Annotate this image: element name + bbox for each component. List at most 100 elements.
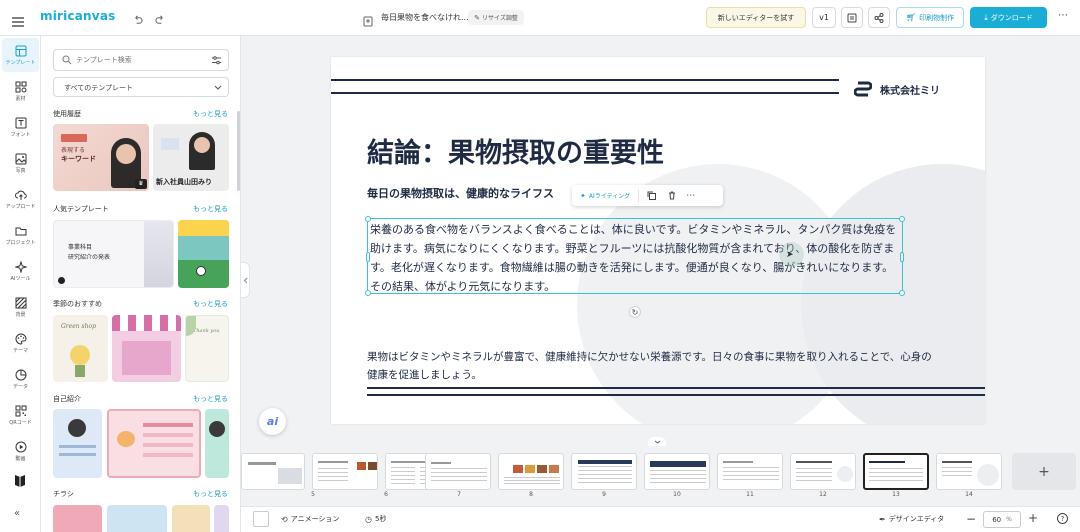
rail-item-project[interactable]: プロジェクト bbox=[2, 218, 39, 252]
design-editor-label: デザインエディタ bbox=[888, 515, 945, 523]
data-icon bbox=[15, 369, 26, 380]
page-thumb-13-selected[interactable] bbox=[863, 453, 929, 490]
filter-icon[interactable] bbox=[212, 56, 221, 65]
animation-button[interactable]: ⟲ アニメーション bbox=[281, 514, 339, 524]
print-button[interactable]: 🛒︎ 印刷物制作 bbox=[896, 7, 964, 28]
more-link-seasonal[interactable]: もっと見る bbox=[193, 299, 228, 309]
company-name[interactable]: 株式会社ミリ bbox=[880, 82, 940, 97]
rail-item-ai-tools[interactable]: AIツール bbox=[2, 254, 39, 288]
page-thumb-14[interactable] bbox=[936, 453, 1002, 490]
more-options-icon[interactable]: ⋯ bbox=[1058, 10, 1068, 21]
template-thumb-new-employee[interactable]: 新入社員山田みり bbox=[153, 124, 229, 191]
guide-book-icon[interactable] bbox=[13, 472, 27, 491]
redo-icon[interactable] bbox=[155, 11, 166, 30]
more-link-popular[interactable]: もっと見る bbox=[193, 204, 228, 214]
zoom-in-button[interactable]: + bbox=[1028, 511, 1038, 525]
bottom-bar: ⟲ アニメーション ◷ 5秒 ✒ デザインエディタ − 60 % + ? bbox=[241, 506, 1080, 532]
panel-collapse-handle[interactable] bbox=[241, 262, 250, 298]
ai-writing-button[interactable]: ✦ AIライティング bbox=[580, 191, 630, 201]
slide-body-text[interactable]: 栄養のある食べ物をバランスよく食べることは、体に良いです。ビタミンやミネラル、タ… bbox=[370, 220, 902, 296]
design-editor-button[interactable]: ✒ デザインエディタ bbox=[879, 514, 944, 524]
template-thumb-flyer-4[interactable] bbox=[214, 505, 229, 532]
rail-item-fonts[interactable]: フォント bbox=[2, 110, 39, 144]
help-icon[interactable]: ? bbox=[1057, 513, 1068, 524]
page-color-swatch[interactable] bbox=[253, 511, 269, 527]
template-filter-select[interactable]: すべてのテンプレート bbox=[53, 77, 229, 97]
template-thumb-flyer-2[interactable] bbox=[107, 505, 167, 532]
panel-scrollbar[interactable] bbox=[237, 111, 240, 191]
resize-handle[interactable] bbox=[899, 216, 905, 222]
rail-item-video[interactable]: 動画 bbox=[2, 434, 39, 468]
chevron-down-icon bbox=[214, 85, 222, 90]
slide-canvas[interactable]: 株式会社ミリ 結論：果物摂取の重要性 毎日の果物摂取は、健康的なライフス ✦ A… bbox=[331, 57, 985, 424]
page-thumb-9[interactable] bbox=[571, 453, 637, 490]
menu-icon[interactable] bbox=[12, 12, 24, 27]
animation-label: アニメーション bbox=[290, 515, 340, 523]
resize-handle[interactable] bbox=[366, 252, 370, 262]
rail-item-background[interactable]: 背景 bbox=[2, 290, 39, 324]
collapse-rail-icon[interactable]: « bbox=[14, 508, 20, 519]
version-button[interactable]: v1 bbox=[812, 7, 836, 28]
ai-assistant-button[interactable]: ai bbox=[259, 408, 286, 435]
page-number: 7 bbox=[457, 491, 461, 498]
page-thumb-5[interactable] bbox=[241, 453, 305, 490]
slide-lead-text[interactable]: 毎日の果物摂取は、健康的なライフス bbox=[367, 185, 579, 201]
document-title[interactable]: 毎日果物を食べなけれ... bbox=[381, 12, 469, 23]
zoom-out-button[interactable]: − bbox=[966, 512, 976, 526]
more-icon[interactable]: ⋯ bbox=[686, 191, 695, 201]
app-logo[interactable]: miricanvas bbox=[40, 9, 115, 23]
rail-item-data[interactable]: データ bbox=[2, 362, 39, 396]
rail-item-template[interactable]: テンプレート bbox=[2, 38, 39, 72]
search-input[interactable] bbox=[76, 53, 202, 67]
page-thumb-6[interactable] bbox=[312, 453, 378, 490]
resize-button[interactable]: ✎ リサイズ調整 bbox=[468, 10, 524, 25]
template-thumb-intro-mint[interactable] bbox=[205, 409, 229, 478]
page-thumb-8[interactable] bbox=[498, 453, 564, 490]
rail-item-upload[interactable]: アップロード bbox=[2, 182, 39, 216]
try-new-editor-button[interactable]: 新しいエディターを試す bbox=[706, 7, 806, 28]
undo-icon[interactable] bbox=[132, 11, 143, 30]
page-thumb-10[interactable] bbox=[644, 453, 710, 490]
template-thumb-flyer-1[interactable] bbox=[53, 505, 102, 532]
resize-handle[interactable] bbox=[900, 252, 904, 262]
more-link-self-intro[interactable]: もっと見る bbox=[193, 394, 228, 404]
resize-handle[interactable] bbox=[899, 290, 905, 296]
rail-item-theme[interactable]: テーマ bbox=[2, 326, 39, 360]
slide-footer-text[interactable]: 果物はビタミンやミネラルが豊富で、健康維持に欠かせない栄養源です。日々の食事に果… bbox=[367, 348, 937, 384]
person-photo bbox=[68, 419, 86, 437]
footer-rule-bottom bbox=[367, 394, 985, 396]
more-link-flyer[interactable]: もっと見る bbox=[193, 489, 228, 499]
template-thumb-intro-pink[interactable] bbox=[107, 409, 201, 478]
download-button[interactable]: ⤓ ダウンロード bbox=[970, 7, 1047, 28]
copy-icon[interactable] bbox=[647, 191, 657, 200]
rail-item-qr[interactable]: QRコード bbox=[2, 398, 39, 432]
page-thumb-12[interactable] bbox=[790, 453, 856, 490]
page-thumb-11[interactable] bbox=[717, 453, 783, 490]
template-thumb-thank-you[interactable]: Thank you bbox=[185, 315, 229, 382]
page-thumb-7b[interactable] bbox=[425, 453, 491, 490]
save-button[interactable] bbox=[841, 7, 863, 28]
template-thumb-flyer-3[interactable] bbox=[172, 505, 210, 532]
ball-icon bbox=[196, 266, 206, 276]
template-thumb-soccer[interactable] bbox=[178, 220, 229, 288]
rail-item-photo[interactable]: 写真 bbox=[2, 146, 39, 180]
selection-box[interactable]: 栄養のある食べ物をバランスよく食べることは、体に良いです。ビタミンやミネラル、タ… bbox=[365, 216, 905, 296]
trash-icon[interactable] bbox=[668, 191, 676, 200]
resize-handle[interactable] bbox=[365, 290, 371, 296]
slide-title[interactable]: 結論：果物摂取の重要性 bbox=[367, 131, 664, 170]
template-thumb-green-shop[interactable]: Green shop bbox=[53, 315, 108, 382]
more-link-history[interactable]: もっと見る bbox=[193, 109, 228, 119]
template-thumb-keyword[interactable]: 表現する キーワード ♛ bbox=[53, 124, 149, 191]
duration-button[interactable]: ◷ 5秒 bbox=[365, 514, 386, 524]
rotate-handle-icon[interactable]: ↻ bbox=[629, 306, 641, 318]
resize-handle[interactable] bbox=[365, 216, 371, 222]
download-icon: ⤓ bbox=[984, 12, 988, 22]
filmstrip-toggle[interactable] bbox=[648, 437, 666, 446]
zoom-field[interactable]: 60 % bbox=[983, 511, 1021, 528]
share-button[interactable] bbox=[868, 7, 890, 28]
rail-item-elements[interactable]: 素材 bbox=[2, 74, 39, 108]
template-thumb-intro-blue[interactable] bbox=[53, 409, 102, 478]
template-thumb-research[interactable]: 事業科目 研究紹介の発表 bbox=[53, 220, 174, 288]
add-page-button[interactable]: + bbox=[1012, 453, 1076, 490]
template-thumb-shop[interactable] bbox=[112, 315, 181, 382]
